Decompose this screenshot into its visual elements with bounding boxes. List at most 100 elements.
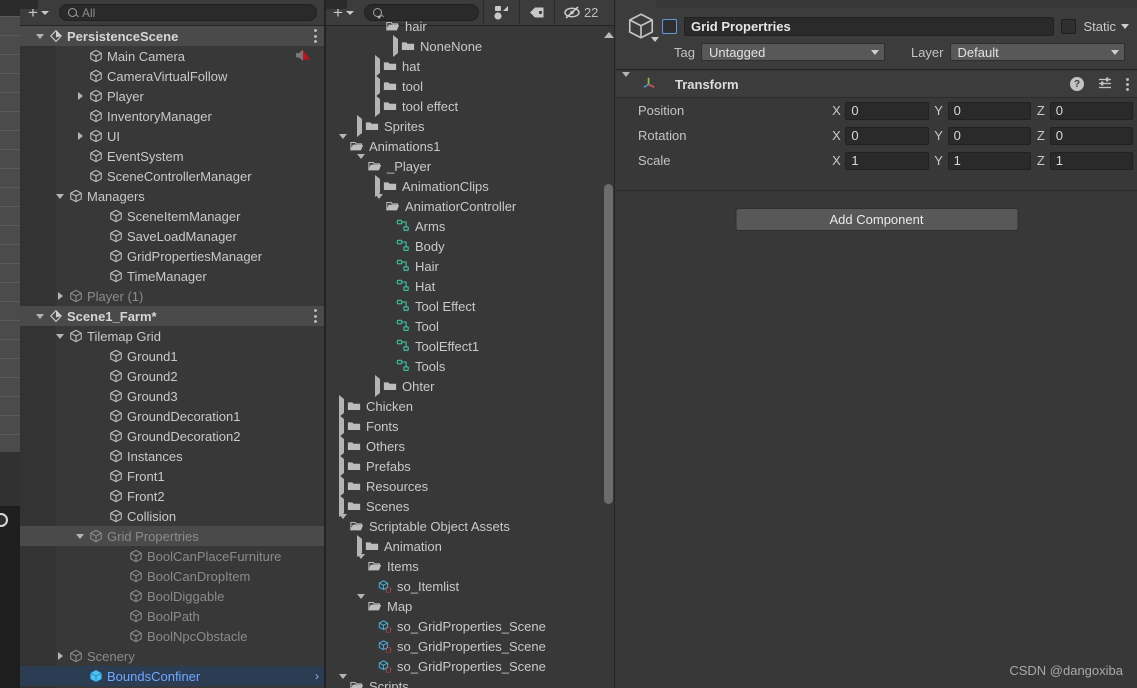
project-row[interactable]: Tool Effect [325, 296, 601, 316]
expand-toggle[interactable] [339, 475, 344, 497]
project-row[interactable]: Body [325, 236, 601, 256]
hierarchy-row[interactable]: Front2 [20, 486, 325, 506]
project-scroll-thumb[interactable] [604, 184, 613, 504]
project-row[interactable]: {} so_GridProperties_Scene [325, 656, 601, 676]
project-row[interactable]: Chicken [325, 395, 601, 417]
transform-x-input[interactable]: 0 [845, 101, 929, 120]
project-row[interactable]: AnimatiorController [325, 194, 601, 216]
hierarchy-row[interactable]: InventoryManager [20, 106, 325, 126]
transform-z-input[interactable]: 0 [1049, 126, 1133, 145]
expand-toggle[interactable] [74, 526, 86, 546]
kebab-menu-icon[interactable] [314, 309, 317, 323]
expand-toggle[interactable] [54, 326, 66, 346]
hierarchy-row[interactable]: SceneControllerManager [20, 166, 325, 186]
project-row[interactable]: Tool [325, 316, 601, 336]
transform-z-input[interactable]: 1 [1049, 151, 1133, 170]
project-row[interactable]: hair [325, 16, 601, 36]
preset-icon[interactable] [1098, 76, 1112, 93]
add-component-button[interactable]: Add Component [735, 208, 1018, 231]
expand-toggle[interactable] [339, 395, 344, 417]
help-icon[interactable]: ? [1070, 77, 1084, 91]
project-row[interactable]: Sprites [325, 115, 601, 137]
hierarchy-row[interactable]: Scenery [20, 646, 325, 666]
expand-toggle[interactable] [375, 16, 383, 33]
expand-toggle[interactable] [357, 115, 362, 137]
project-row[interactable]: Animations1 [325, 134, 601, 156]
hierarchy-row[interactable]: UI [20, 126, 325, 146]
hierarchy-row[interactable]: BoolNpcObstacle [20, 626, 325, 646]
project-row[interactable]: {} so_Itemlist [325, 576, 601, 596]
transform-component-header[interactable]: Transform ? [616, 71, 1137, 98]
hierarchy-search-input[interactable]: All [58, 4, 317, 21]
project-row[interactable]: Others [325, 435, 601, 457]
transform-x-input[interactable]: 1 [845, 151, 929, 170]
expand-toggle[interactable] [339, 495, 344, 517]
static-dropdown-caret-icon[interactable] [1121, 23, 1129, 29]
hierarchy-row[interactable]: Ground3 [20, 386, 325, 406]
expand-toggle[interactable] [339, 455, 344, 477]
project-row[interactable]: {} so_GridProperties_Scene [325, 616, 601, 636]
hierarchy-row[interactable]: BoundsConfiner › [20, 666, 325, 686]
hierarchy-row[interactable]: SceneItemManager [20, 206, 325, 226]
expand-toggle[interactable] [357, 594, 365, 613]
hierarchy-row[interactable]: GridPropertiesManager [20, 246, 325, 266]
transform-y-input[interactable]: 0 [947, 126, 1031, 145]
open-prefab-icon[interactable]: › [315, 670, 319, 682]
hierarchy-row[interactable]: BoolCanDropItem [20, 566, 325, 586]
hierarchy-row[interactable]: Main Camera [20, 46, 325, 66]
hierarchy-row[interactable]: EventSystem [20, 146, 325, 166]
project-row[interactable]: Scenes [325, 495, 601, 517]
expand-toggle[interactable] [54, 186, 66, 206]
chevron-down-icon[interactable] [651, 37, 659, 42]
project-row[interactable]: Prefabs [325, 455, 601, 477]
enabled-checkbox[interactable] [662, 18, 677, 34]
hierarchy-row[interactable]: Player (1) [20, 286, 325, 306]
expand-toggle[interactable] [339, 674, 347, 688]
hierarchy-tree[interactable]: PersistenceScene Main Camera CameraVirtual… [20, 26, 325, 688]
hierarchy-row[interactable]: Ground2 [20, 366, 325, 386]
expand-toggle[interactable] [357, 535, 362, 557]
layer-dropdown[interactable]: Default [949, 43, 1125, 61]
kebab-menu-icon[interactable] [314, 29, 317, 43]
project-row[interactable]: _Player [325, 154, 601, 176]
expand-toggle[interactable] [339, 435, 344, 457]
project-row[interactable]: Arms [325, 216, 601, 236]
hierarchy-row[interactable]: Grid Propertries [20, 526, 325, 546]
hierarchy-row[interactable]: Managers [20, 186, 325, 206]
project-row[interactable]: Hair [325, 256, 601, 276]
hierarchy-row[interactable]: TimeManager [20, 266, 325, 286]
project-row[interactable]: {} so_GridProperties_Scene [325, 636, 601, 656]
transform-z-input[interactable]: 0 [1049, 101, 1133, 120]
hierarchy-row[interactable]: Collision [20, 506, 325, 526]
project-row[interactable]: Hat [325, 276, 601, 296]
collapse-transform-toggle[interactable] [622, 72, 636, 91]
scroll-up-arrow-icon[interactable] [604, 32, 614, 38]
hierarchy-row[interactable]: SaveLoadManager [20, 226, 325, 246]
expand-toggle[interactable] [375, 194, 383, 213]
project-row[interactable]: Items [325, 554, 601, 576]
expand-toggle[interactable] [74, 86, 86, 106]
hierarchy-row[interactable]: GroundDecoration2 [20, 426, 325, 446]
project-row[interactable]: tool effect [325, 95, 601, 117]
project-row[interactable]: hat [325, 55, 601, 77]
hierarchy-row[interactable]: GroundDecoration1 [20, 406, 325, 426]
expand-toggle[interactable] [375, 375, 380, 397]
expand-toggle[interactable] [357, 554, 365, 573]
hierarchy-row[interactable]: Instances [20, 446, 325, 466]
transform-x-input[interactable]: 0 [845, 126, 929, 145]
project-row[interactable]: Map [325, 594, 601, 616]
project-row[interactable]: Animation [325, 535, 601, 557]
transform-y-input[interactable]: 0 [947, 101, 1031, 120]
expand-toggle[interactable] [339, 415, 344, 437]
transform-y-input[interactable]: 1 [947, 151, 1031, 170]
hierarchy-row[interactable]: Ground1 [20, 346, 325, 366]
hierarchy-row[interactable]: Front1 [20, 466, 325, 486]
expand-toggle[interactable] [339, 514, 347, 533]
project-row[interactable]: Ohter [325, 375, 601, 397]
expand-toggle[interactable] [34, 26, 46, 46]
project-row[interactable]: Scripts [325, 674, 601, 688]
hierarchy-row[interactable]: Player [20, 86, 325, 106]
hierarchy-row[interactable]: PersistenceScene [20, 26, 325, 46]
project-row[interactable]: Fonts [325, 415, 601, 437]
expand-toggle[interactable] [393, 35, 398, 57]
